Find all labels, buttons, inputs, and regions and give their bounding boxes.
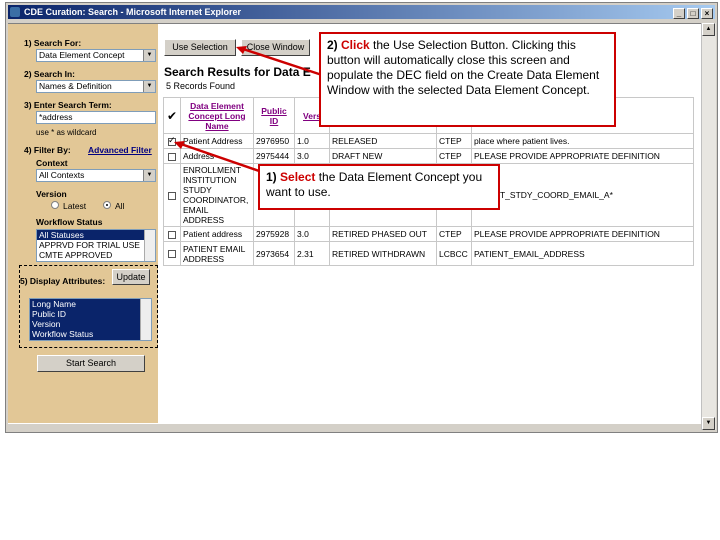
cell-version: 1.0 bbox=[294, 133, 330, 149]
cell-version: 3.0 bbox=[294, 148, 330, 164]
ie-icon bbox=[10, 7, 20, 17]
cell-context: CTEP bbox=[436, 226, 472, 242]
cell-status: RETIRED WITHDRAWN bbox=[329, 241, 437, 266]
workflow-listbox[interactable]: All Statuses APPRVD FOR TRIAL USE CMTE A… bbox=[36, 229, 156, 262]
cell-definition: PATIENT_EMAIL_ADDRESS bbox=[471, 241, 694, 266]
cell-definition: IL_INST_STDY_COORD_EMAIL_A* bbox=[471, 163, 694, 227]
version-latest-radio[interactable] bbox=[51, 201, 59, 209]
cell-long-name: Patient address bbox=[180, 226, 254, 242]
cell-context: CTEP bbox=[436, 148, 472, 164]
search-for-value: Data Element Concept bbox=[39, 50, 125, 60]
context-label: Context bbox=[36, 158, 68, 168]
display-option[interactable]: Long Name bbox=[30, 299, 151, 309]
workflow-option[interactable]: CMTE APPROVED bbox=[37, 250, 155, 260]
start-search-button[interactable]: Start Search bbox=[37, 355, 145, 372]
cell-version: 3.0 bbox=[294, 226, 330, 242]
callout-step1-number: 1) bbox=[266, 170, 277, 184]
cell-definition: PLEASE PROVIDE APPROPRIATE DEFINITION bbox=[471, 148, 694, 164]
search-for-select[interactable]: Data Element Concept ▼ bbox=[36, 49, 156, 62]
cell-definition: place where patient lives. bbox=[471, 133, 694, 149]
title-bar: CDE Curation: Search - Microsoft Interne… bbox=[8, 5, 715, 19]
cell-context: CTEP bbox=[436, 133, 472, 149]
callout-step-1: 1) Select the Data Element Concept you w… bbox=[258, 164, 500, 210]
cell-long-name: Address bbox=[180, 148, 254, 164]
records-count: 5 Records Found bbox=[166, 81, 236, 91]
context-value: All Contexts bbox=[39, 170, 85, 180]
window-controls: _ □ × bbox=[671, 6, 713, 20]
window-title: CDE Curation: Search - Microsoft Interne… bbox=[24, 7, 242, 17]
close-icon[interactable]: × bbox=[701, 8, 713, 19]
column-header-long-name[interactable]: Data Element Concept Long Name bbox=[180, 97, 254, 134]
advanced-filter-link[interactable]: Advanced Filter bbox=[88, 145, 152, 155]
table-row: Patient address 2975928 3.0 RETIRED PHAS… bbox=[163, 226, 694, 242]
context-select[interactable]: All Contexts ▼ bbox=[36, 169, 156, 182]
close-window-button[interactable]: Close Window bbox=[241, 39, 310, 56]
chevron-down-icon: ▼ bbox=[143, 50, 155, 61]
search-for-label: 1) Search For: bbox=[24, 38, 82, 48]
filter-label: 4) Filter By: bbox=[24, 145, 71, 155]
chevron-down-icon: ▼ bbox=[143, 170, 155, 181]
scrollbar[interactable] bbox=[144, 230, 155, 261]
cell-status: DRAFT NEW bbox=[329, 148, 437, 164]
version-latest-label: Latest bbox=[63, 201, 87, 211]
update-button[interactable]: Update bbox=[112, 269, 150, 285]
check-header: ✔ bbox=[163, 97, 181, 134]
row-checkbox[interactable] bbox=[168, 230, 176, 239]
cell-version: 2.31 bbox=[294, 241, 330, 266]
search-in-select[interactable]: Names & Definition ▼ bbox=[36, 80, 156, 93]
display-attributes-listbox[interactable]: Long Name Public ID Version Workflow Sta… bbox=[29, 298, 152, 341]
row-checkbox[interactable] bbox=[168, 152, 176, 161]
cell-public-id: 2976950 bbox=[253, 133, 295, 149]
workflow-option[interactable]: APPRVD FOR TRIAL USE bbox=[37, 240, 155, 250]
scroll-down-icon[interactable]: ▼ bbox=[702, 417, 715, 430]
search-in-label: 2) Search In: bbox=[24, 69, 76, 79]
version-all-radio[interactable] bbox=[103, 201, 111, 209]
search-in-value: Names & Definition bbox=[39, 81, 112, 91]
display-option[interactable]: Workflow Status bbox=[30, 329, 151, 339]
page-scrollbar[interactable]: ▲ ▼ bbox=[701, 23, 716, 430]
cell-long-name: ENROLLMENT INSTITUTION STUDY COORDINATOR… bbox=[180, 163, 254, 227]
table-row: Patient Address 2976950 1.0 RELEASED CTE… bbox=[163, 133, 694, 149]
display-option[interactable]: Version bbox=[30, 319, 151, 329]
workflow-option[interactable]: All Statuses bbox=[37, 230, 155, 240]
row-checkbox[interactable] bbox=[168, 250, 176, 259]
cell-context: LCBCC bbox=[436, 241, 472, 266]
version-all-label: All bbox=[115, 201, 125, 211]
cell-public-id: 2973654 bbox=[253, 241, 295, 266]
cell-definition: PLEASE PROVIDE APPROPRIATE DEFINITION bbox=[471, 226, 694, 242]
table-row: Address 2975444 3.0 DRAFT NEW CTEP PLEAS… bbox=[163, 148, 694, 164]
search-term-input[interactable]: *address bbox=[36, 111, 156, 124]
maximize-icon[interactable]: □ bbox=[687, 8, 699, 19]
term-label: 3) Enter Search Term: bbox=[24, 100, 112, 110]
cell-public-id: 2975928 bbox=[253, 226, 295, 242]
column-header-public-id[interactable]: Public ID bbox=[253, 97, 295, 134]
workflow-label: Workflow Status bbox=[36, 217, 103, 227]
callout-step-2: 2) Click the Use Selection Button. Click… bbox=[319, 32, 616, 127]
callout-step1-emphasis: Select bbox=[280, 170, 316, 184]
version-label: Version bbox=[36, 189, 67, 199]
display-label: 5) Display Attributes: bbox=[20, 276, 106, 286]
cell-long-name: Patient Address bbox=[180, 133, 254, 149]
display-option[interactable]: Public ID bbox=[30, 309, 151, 319]
cell-status: RELEASED bbox=[329, 133, 437, 149]
callout-step2-emphasis: Click bbox=[341, 38, 370, 52]
row-checkbox[interactable] bbox=[168, 135, 176, 146]
wildcard-note: use * as wildcard bbox=[36, 128, 97, 137]
scrollbar[interactable] bbox=[140, 299, 151, 340]
scroll-up-icon[interactable]: ▲ bbox=[702, 23, 715, 36]
cell-long-name: PATIENT EMAIL ADDRESS bbox=[180, 241, 254, 266]
cell-status: RETIRED PHASED OUT bbox=[329, 226, 437, 242]
callout-step2-number: 2) bbox=[327, 38, 338, 52]
results-title: Search Results for Data E bbox=[164, 65, 311, 79]
cell-public-id: 2975444 bbox=[253, 148, 295, 164]
row-checkbox[interactable] bbox=[168, 191, 176, 200]
chevron-down-icon: ▼ bbox=[143, 81, 155, 92]
table-row: PATIENT EMAIL ADDRESS 2973654 2.31 RETIR… bbox=[163, 241, 694, 266]
minimize-icon[interactable]: _ bbox=[673, 8, 685, 19]
use-selection-button[interactable]: Use Selection bbox=[164, 39, 236, 56]
